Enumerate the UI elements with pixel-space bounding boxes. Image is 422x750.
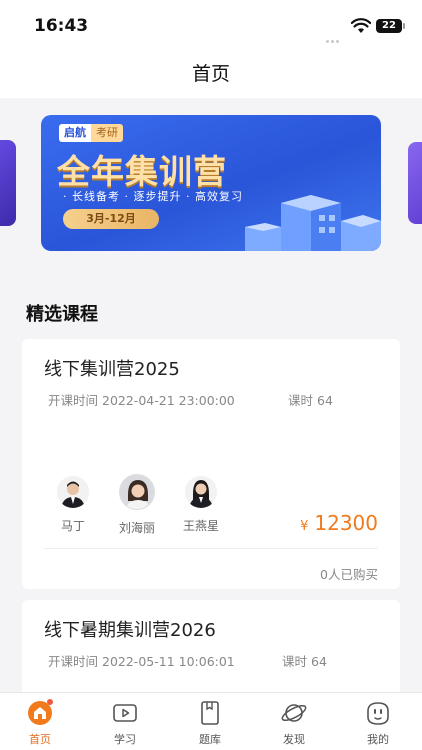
teacher-name: 王燕星 [182,519,219,533]
tab-label: 我的 [367,733,389,746]
banner-next-card[interactable] [408,142,422,224]
section-title: 精选课程 [26,304,98,325]
hours-label: 课时 [282,654,308,669]
tab-study[interactable]: 学习 [95,699,155,747]
teacher: 刘海丽 [112,474,162,536]
buildings-illustration [245,195,381,251]
page-title: 首页 [191,63,230,85]
price-value: 12300 [314,511,378,535]
brand-name: 启航 [59,124,91,142]
teacher: 王燕星 [176,476,226,534]
teacher: 马丁 [48,476,98,534]
banner-subtitle: · 长线备考 · 逐步提升 · 高效复习 [63,190,243,203]
hours-value: 64 [311,654,327,669]
battery-icon: 22 [376,19,405,33]
banner-prev-card[interactable] [0,140,16,226]
avatar [119,474,155,510]
tab-profile[interactable]: 我的 [348,699,408,747]
start-label: 开课时间 [48,393,99,408]
avatar [185,476,217,508]
face-icon [364,699,392,727]
avatar [57,476,89,508]
teacher-name: 刘海丽 [118,521,155,535]
tab-label: 学习 [114,733,136,746]
play-icon [111,699,139,727]
status-time: 16:43 [34,16,89,36]
notification-dot [47,699,53,705]
course-title: 线下集训营2025 [44,359,180,380]
divider [44,548,378,549]
book-icon [196,699,224,727]
tab-label: 首页 [29,733,51,746]
course-start-time: 开课时间 2022-05-11 10:06:01 [48,651,235,670]
course-hours: 课时 64 [282,651,327,670]
hours-label: 课时 [288,393,314,408]
start-label: 开课时间 [48,654,99,669]
tab-home[interactable]: 首页 [10,699,70,747]
banner-carousel[interactable]: 启航 考研 全年集训营 · 长线备考 · 逐步提升 · 高效复习 3月-12月 [0,100,422,270]
currency-symbol: ¥ [300,519,309,534]
banner-date: 3月-12月 [63,209,159,229]
banner-card[interactable]: 启航 考研 全年集训营 · 长线备考 · 逐步提升 · 高效复习 3月-12月 [41,115,381,251]
course-hours: 课时 64 [288,390,333,409]
brand-tag: 考研 [91,124,123,142]
wifi-icon [350,18,372,34]
status-bar: 16:43 22 [0,0,422,50]
status-dots [326,28,344,43]
course-start-time: 开课时间 2022-04-21 23:00:00 [48,390,235,409]
tab-bar: 首页 学习 题库 发现 我的 [0,692,422,750]
course-price: ¥12300 [300,511,378,535]
tab-label: 发现 [283,733,305,746]
start-value: 2022-04-21 23:00:00 [102,393,235,408]
teacher-name: 马丁 [60,519,85,533]
nav-bar: 首页 [0,50,422,98]
start-value: 2022-05-11 10:06:01 [102,654,235,669]
hours-value: 64 [317,393,333,408]
buyer-count: 0人已购买 [320,567,378,582]
tab-question-bank[interactable]: 题库 [180,699,240,747]
home-icon [26,699,54,727]
banner-brand: 启航 考研 [59,124,123,142]
banner-title: 全年集训营 [57,152,227,191]
course-card[interactable]: 线下集训营2025 开课时间 2022-04-21 23:00:00 课时 64… [22,339,400,589]
tab-discover[interactable]: 发现 [264,699,324,747]
tab-label: 题库 [199,733,221,746]
course-title: 线下暑期集训营2026 [44,620,216,641]
planet-icon [280,699,308,727]
